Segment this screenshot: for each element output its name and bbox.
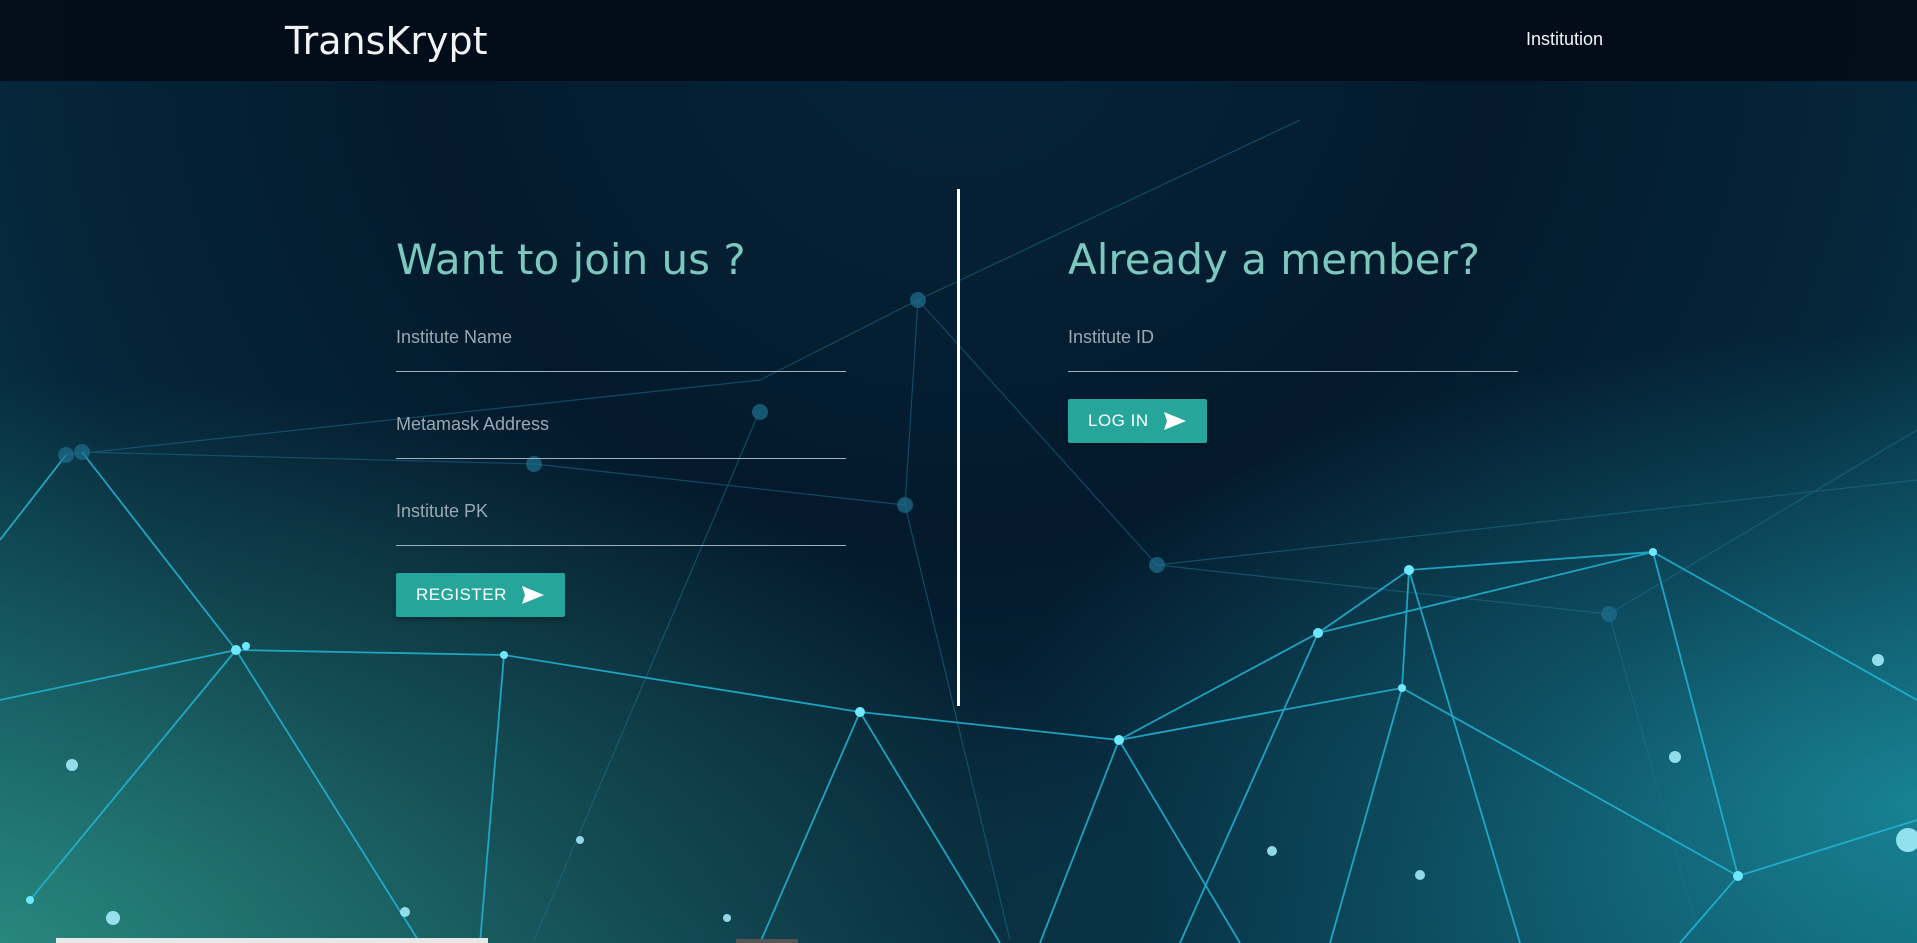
nav-link-institution[interactable]: Institution bbox=[1526, 29, 1603, 50]
send-icon bbox=[521, 585, 545, 605]
metamask-address-input[interactable] bbox=[396, 409, 846, 439]
login-button[interactable]: LOG IN bbox=[1068, 399, 1207, 443]
login-panel: Already a member? LOG IN bbox=[1068, 235, 1518, 443]
institute-pk-input[interactable] bbox=[396, 496, 846, 526]
send-icon bbox=[1163, 411, 1187, 431]
horizontal-scrollbar[interactable] bbox=[56, 938, 488, 943]
register-button[interactable]: REGISTER bbox=[396, 573, 565, 617]
metamask-address-field bbox=[396, 399, 846, 459]
login-button-label: LOG IN bbox=[1088, 411, 1149, 430]
login-title: Already a member? bbox=[1068, 235, 1481, 284]
institute-id-input[interactable] bbox=[1068, 322, 1518, 352]
register-button-label: REGISTER bbox=[416, 585, 507, 604]
institute-pk-field bbox=[396, 486, 846, 546]
institute-name-field bbox=[396, 312, 846, 372]
navbar: TransKrypt Institution bbox=[0, 0, 1917, 81]
institute-name-input[interactable] bbox=[396, 322, 846, 352]
brand-logo[interactable]: TransKrypt bbox=[285, 19, 487, 63]
institute-id-field bbox=[1068, 312, 1518, 372]
vertical-divider bbox=[957, 189, 960, 706]
register-title: Want to join us ? bbox=[396, 235, 746, 284]
register-panel: Want to join us ? REGISTER bbox=[396, 235, 846, 617]
scrollbar-thumb[interactable] bbox=[736, 939, 798, 943]
